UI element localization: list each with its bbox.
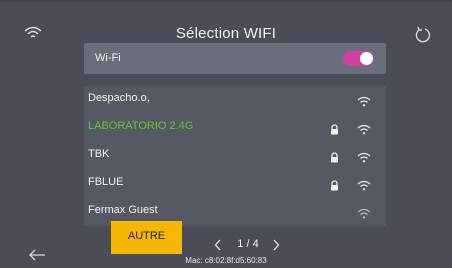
network-name: Despacho.o,: [88, 92, 150, 104]
wifi-signal-icon: [357, 122, 371, 135]
lock-icon: [330, 150, 339, 163]
network-item[interactable]: Despacho.o,: [84, 86, 386, 114]
lock-icon: [330, 178, 339, 191]
other-network-button[interactable]: AUTRE: [111, 221, 182, 254]
wifi-signal-icon: [357, 206, 371, 219]
wifi-signal-icon: [357, 178, 371, 191]
page-title: Sélection WIFI: [175, 25, 277, 42]
wifi-toggle-row: Wi-Fi: [84, 43, 386, 74]
page-indicator: 1 / 4: [237, 238, 259, 250]
wifi-signal-icon: [357, 150, 371, 163]
lock-icon: [330, 122, 339, 135]
network-item[interactable]: TBK: [84, 142, 386, 170]
refresh-icon[interactable]: [414, 26, 432, 44]
wifi-toggle-label: Wi-Fi: [95, 52, 121, 64]
network-name: TBK: [88, 148, 110, 160]
toggle-knob: [360, 52, 373, 65]
top-edge: [0, 0, 452, 2]
chevron-left-icon[interactable]: [214, 238, 222, 251]
mac-address: Mac: c8:02:8f:d5:60:83: [185, 256, 267, 265]
network-item[interactable]: LABORATORIO 2.4G: [84, 114, 386, 142]
network-name: FBLUE: [88, 176, 124, 188]
wifi-signal-icon: [357, 94, 371, 107]
network-name: Fermax Guest: [88, 204, 158, 216]
network-item[interactable]: FBLUE: [84, 170, 386, 198]
wifi-toggle-switch[interactable]: [343, 51, 374, 66]
network-list: Despacho.o, LABORATORIO 2.4G TBK FBLUE F…: [84, 86, 386, 226]
network-name: LABORATORIO 2.4G: [88, 120, 194, 132]
chevron-right-icon[interactable]: [272, 238, 280, 251]
